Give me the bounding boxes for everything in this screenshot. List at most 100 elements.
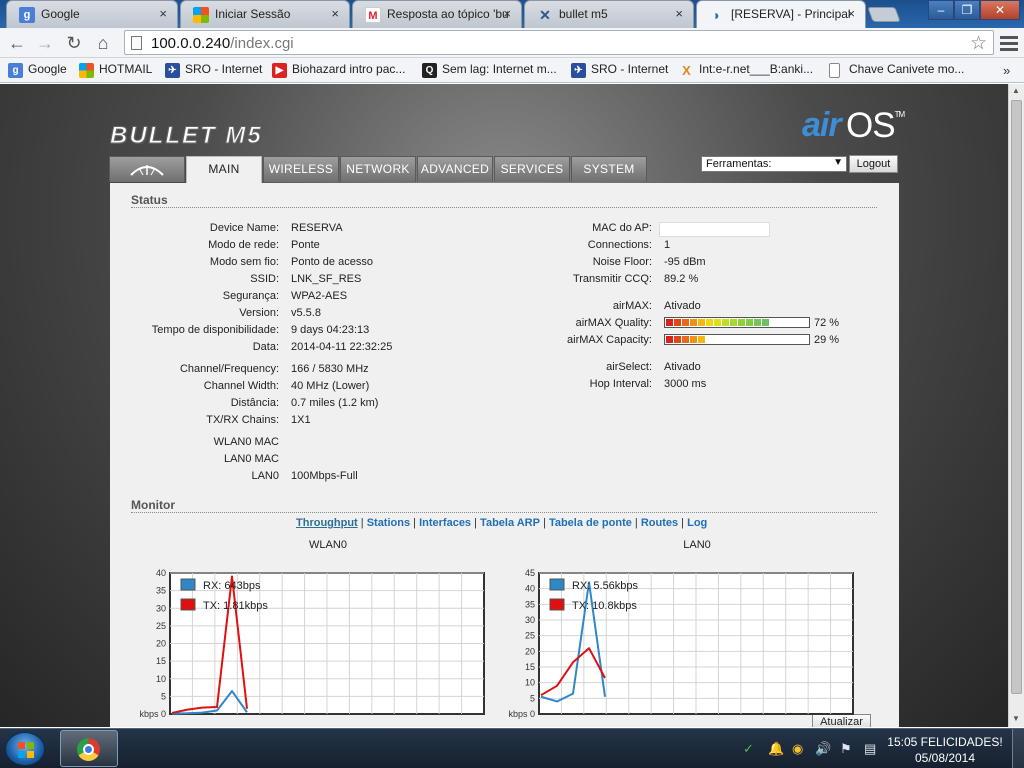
notification-tray-icon[interactable]: 🔔	[768, 741, 784, 757]
volume-icon[interactable]: 🔊	[815, 741, 831, 757]
bookmark-item[interactable]: ✈ SRO - Internet	[165, 62, 262, 79]
bookmark-label: Chave Canivete mo...	[849, 62, 965, 76]
system-clock[interactable]: 15:05 FELICIDADES! 05/08/2014	[885, 734, 1005, 766]
bookmark-item[interactable]: X Int:e-r.net___B:anki...	[679, 62, 813, 79]
meter-segment	[730, 319, 737, 326]
tab-network[interactable]: NETWORK	[340, 156, 416, 182]
browser-tab[interactable]: Iniciar Sessão ×	[180, 0, 350, 28]
action-center-flag-icon[interactable]: ⚑	[840, 741, 852, 757]
scroll-up-icon[interactable]: ▲	[1012, 86, 1020, 95]
uptime-value: 9 days 04:23:13	[291, 324, 370, 336]
minimize-button[interactable]: –	[928, 0, 954, 20]
vertical-scrollbar[interactable]: ▲ ▼	[1008, 84, 1024, 727]
meter-segment	[674, 319, 681, 326]
back-button[interactable]: ←	[6, 32, 28, 54]
network-mode-value: Ponte	[291, 239, 320, 251]
meter-segment	[722, 336, 729, 343]
ccq-label: Transmitir CCQ:	[572, 273, 652, 285]
window-close-button[interactable]: ✕	[980, 0, 1020, 20]
network-icon[interactable]: ▤	[864, 741, 876, 757]
tab-main[interactable]: MAIN	[186, 156, 262, 183]
restore-button[interactable]: ❐	[954, 0, 980, 20]
tools-select[interactable]: Ferramentas: ▼	[701, 156, 847, 172]
close-tab-icon[interactable]: ×	[675, 6, 683, 21]
browser-tab[interactable]: g Google ×	[6, 0, 178, 28]
meter-segment	[746, 336, 753, 343]
channel-frequency-label: Channel/Frequency:	[179, 363, 279, 375]
bookmark-item[interactable]: HOTMAIL	[79, 62, 152, 79]
tab-title: Google	[41, 7, 80, 21]
close-tab-icon[interactable]: ×	[503, 6, 511, 21]
close-tab-icon[interactable]: ×	[331, 6, 339, 21]
bookmark-item[interactable]: Q Sem lag: Internet m...	[422, 62, 557, 79]
monitor-link-stations[interactable]: Stations	[367, 517, 410, 529]
bookmark-item[interactable]: ✈ SRO - Internet	[571, 62, 668, 79]
monitor-link-throughput[interactable]: Throughput	[296, 517, 358, 529]
y-axis-label: kbps 0	[508, 709, 535, 719]
hop-interval-label: Hop Interval:	[589, 378, 652, 390]
scroll-down-icon[interactable]: ▼	[1012, 714, 1020, 723]
monitor-link-interfaces[interactable]: Interfaces	[419, 517, 471, 529]
monitor-link-tabela-arp[interactable]: Tabela ARP	[480, 517, 540, 529]
bookmark-star-icon[interactable]: ☆	[970, 32, 987, 55]
x-icon: X	[682, 63, 691, 78]
bookmark-item[interactable]: Chave Canivete mo...	[829, 62, 964, 79]
url-host: 100.0.0.240	[151, 35, 231, 52]
airselect-value: Ativado	[664, 361, 701, 373]
bookmark-item[interactable]: g Google	[8, 62, 67, 79]
monitor-link-tabela-de-ponte[interactable]: Tabela de ponte	[549, 517, 632, 529]
link-separator: |	[631, 517, 641, 529]
wireless-mode-value: Ponto de acesso	[291, 256, 373, 268]
tools-select-value: Ferramentas:	[706, 158, 772, 170]
tab-ubnt-logo[interactable]	[109, 156, 185, 182]
version-value: v5.5.8	[291, 307, 321, 319]
link-separator: |	[357, 517, 367, 529]
connections-value: 1	[664, 239, 671, 251]
address-bar[interactable]: 100.0.0.240/index.cgi ☆	[124, 30, 994, 55]
lan0-mac-label: LAN0 MAC	[223, 453, 279, 465]
windows-taskbar: ✓ 🔔 ◉ 🔊 ⚑ ▤ 15:05 FELICIDADES! 05/08/201…	[0, 728, 1024, 768]
lan0-throughput-chart: 5 10 15 20 25 30 35 40 45 kbps 0 RX: 5.56kbps TX: 1…	[508, 568, 854, 719]
forward-button[interactable]: →	[34, 32, 56, 54]
clock-time: 15:05 FELICIDADES!	[887, 735, 1003, 749]
y-tick-label: 30	[156, 603, 166, 613]
chains-label: TX/RX Chains:	[206, 414, 279, 426]
home-button[interactable]: ⌂	[92, 32, 114, 54]
scrollbar-thumb[interactable]	[1011, 100, 1022, 694]
y-axis-label: kbps 0	[139, 709, 166, 719]
bookmarks-overflow-button[interactable]: »	[1003, 63, 1010, 78]
new-tab-button[interactable]	[867, 7, 901, 22]
chrome-menu-button[interactable]	[1000, 33, 1018, 53]
browser-tab[interactable]: ✕ bullet m5 ×	[524, 0, 694, 28]
ubnt-antenna-icon	[130, 165, 164, 176]
network-tray-icon[interactable]: ✓	[743, 741, 754, 757]
y-tick-label: 15	[525, 662, 535, 672]
browser-tab-active[interactable]: ◗ [RESERVA] - Principal ×	[696, 0, 866, 28]
legend-swatch	[180, 598, 196, 611]
chrome-taskbar-button[interactable]	[60, 730, 118, 767]
divider	[131, 512, 877, 513]
y-tick-label: 5	[530, 693, 535, 703]
tab-services[interactable]: SERVICES	[494, 156, 570, 182]
reload-button[interactable]: ↻	[63, 32, 85, 54]
bookmark-item[interactable]: ▶ Biohazard intro pac...	[272, 62, 405, 79]
tab-system[interactable]: SYSTEM	[571, 156, 647, 182]
show-desktop-button[interactable]	[1012, 729, 1024, 768]
y-tick-label: 10	[525, 678, 535, 688]
monitor-link-log[interactable]: Log	[687, 517, 707, 529]
browser-tab[interactable]: M Resposta ao tópico 'bu ×	[352, 0, 522, 28]
meter-segment	[722, 319, 729, 326]
channel-width-value: 40 MHz (Lower)	[291, 380, 370, 392]
tab-advanced[interactable]: ADVANCED	[417, 156, 493, 182]
close-tab-icon[interactable]: ×	[847, 6, 855, 21]
bookmark-label: SRO - Internet	[185, 62, 263, 76]
monitor-link-routes[interactable]: Routes	[641, 517, 678, 529]
refresh-button[interactable]: Atualizar	[812, 714, 871, 727]
start-button[interactable]	[5, 732, 45, 766]
logout-button[interactable]: Logout	[849, 155, 898, 173]
wlan0-mac-label: WLAN0 MAC	[213, 436, 279, 448]
link-separator: |	[471, 517, 481, 529]
update-tray-icon[interactable]: ◉	[792, 741, 803, 757]
close-tab-icon[interactable]: ×	[159, 6, 167, 21]
tab-wireless[interactable]: WIRELESS	[263, 156, 339, 182]
